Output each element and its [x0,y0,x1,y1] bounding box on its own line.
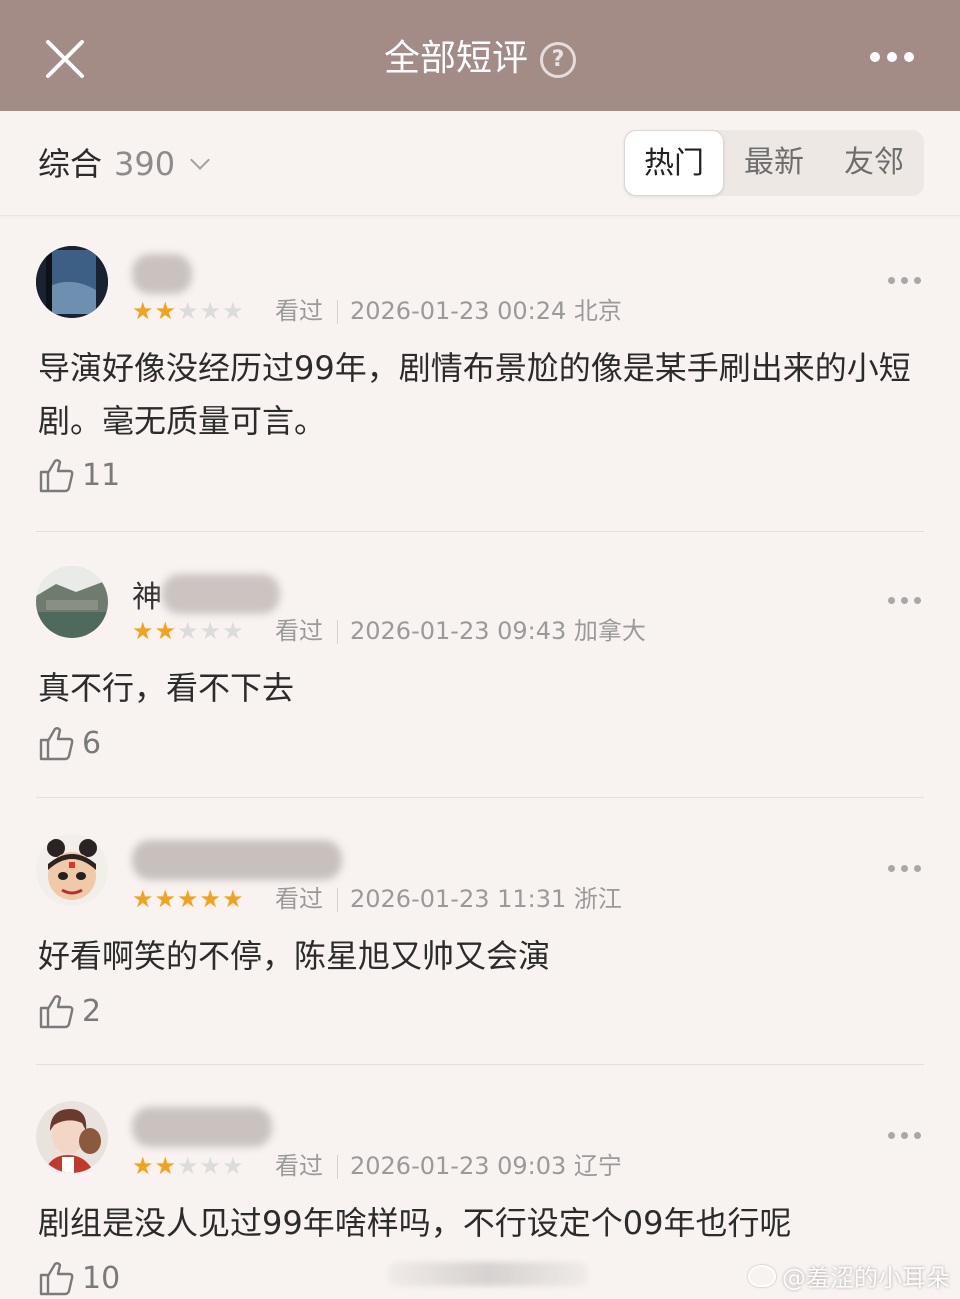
weibo-icon [748,1264,776,1287]
username-first-char: 神 [132,580,162,615]
review-datetime: 2026-01-23 00:24 [350,297,567,325]
star-rating: ★★★★★ [132,885,245,913]
watermark: @羞涩的小耳朵 [748,1258,950,1293]
like-count: 6 [82,725,102,761]
like-count: 11 [82,457,121,493]
review-text: 剧组是没人见过99年啥样吗，不行设定个09年也行呢 [38,1204,792,1242]
avatar[interactable] [36,246,108,318]
thumbs-up-icon [39,1262,74,1296]
more-options-icon[interactable] [870,52,914,62]
top-bar: 全部短评? [0,0,960,111]
thumbs-up-icon [39,459,74,493]
divider [36,797,924,798]
like-button[interactable]: 6 [38,724,101,762]
review-location: 辽宁 [573,1152,622,1180]
username-blurred [132,840,342,880]
like-button[interactable]: 2 [38,992,101,1030]
like-count: 10 [82,1260,121,1296]
chevron-down-icon [190,150,210,170]
watermark-text: @羞涩的小耳朵 [782,1264,950,1292]
review-datetime: 2026-01-23 11:31 [350,885,567,913]
username-blurred [162,574,280,614]
review-more-icon[interactable] [888,865,921,872]
watched-status: 看过 [275,885,323,913]
divider [36,1064,924,1065]
thumbs-up-icon [39,727,74,761]
like-button[interactable]: 10 [38,1259,120,1297]
watched-status: 看过 [275,297,323,325]
star-rating: ★★★★★ [132,1152,245,1180]
review-location: 浙江 [573,885,622,913]
username-blurred [132,254,192,294]
tab-friends[interactable]: 友邻 [824,130,924,196]
username-blurred [132,1107,272,1147]
review-more-icon[interactable] [888,277,921,284]
review-more-icon[interactable] [888,597,921,604]
like-count: 2 [82,993,102,1029]
thumbs-up-icon [39,995,74,1029]
help-icon[interactable]: ? [540,42,576,78]
watched-status: 看过 [275,617,323,645]
review-text: 好看啊笑的不停，陈星旭又帅又会演 [38,937,551,975]
review-text: 真不行，看不下去 [38,669,295,707]
review-meta: 看过 2026-01-23 00:24 北京 [275,296,622,326]
sort-label: 综合 [38,145,103,183]
filter-bar: 综合 390 热门 最新 友邻 [0,111,960,216]
star-rating: ★★★★★ [132,617,245,645]
avatar[interactable] [36,834,108,906]
review-meta: 看过 2026-01-23 09:03 辽宁 [275,1151,622,1181]
review-more-icon[interactable] [888,1132,921,1139]
avatar[interactable] [36,1101,108,1173]
watched-status: 看过 [275,1152,323,1180]
tab-hot[interactable]: 热门 [624,130,724,196]
divider [36,531,924,532]
review-count: 390 [114,145,176,183]
like-button[interactable]: 11 [38,456,120,494]
avatar[interactable] [36,566,108,638]
review-meta: 看过 2026-01-23 11:31 浙江 [275,884,622,914]
review-datetime: 2026-01-23 09:03 [350,1152,567,1180]
review-datetime: 2026-01-23 09:43 [350,617,567,645]
page-title-wrap: 全部短评? [0,34,960,84]
tab-latest[interactable]: 最新 [724,130,824,196]
tab-segment: 热门 最新 友邻 [624,130,924,196]
page-title: 全部短评 [383,38,528,79]
review-meta: 看过 2026-01-23 09:43 加拿大 [275,616,646,646]
star-rating: ★★★★★ [132,297,245,325]
review-location: 加拿大 [573,617,646,645]
review-text: 导演好像没经历过99年，剧情布景尬的像是某手刷出来的小短剧。毫无质量可言。 [38,349,911,440]
blurred-overlay [388,1262,588,1286]
sort-dropdown[interactable]: 综合 390 [38,143,210,185]
review-location: 北京 [573,297,622,325]
